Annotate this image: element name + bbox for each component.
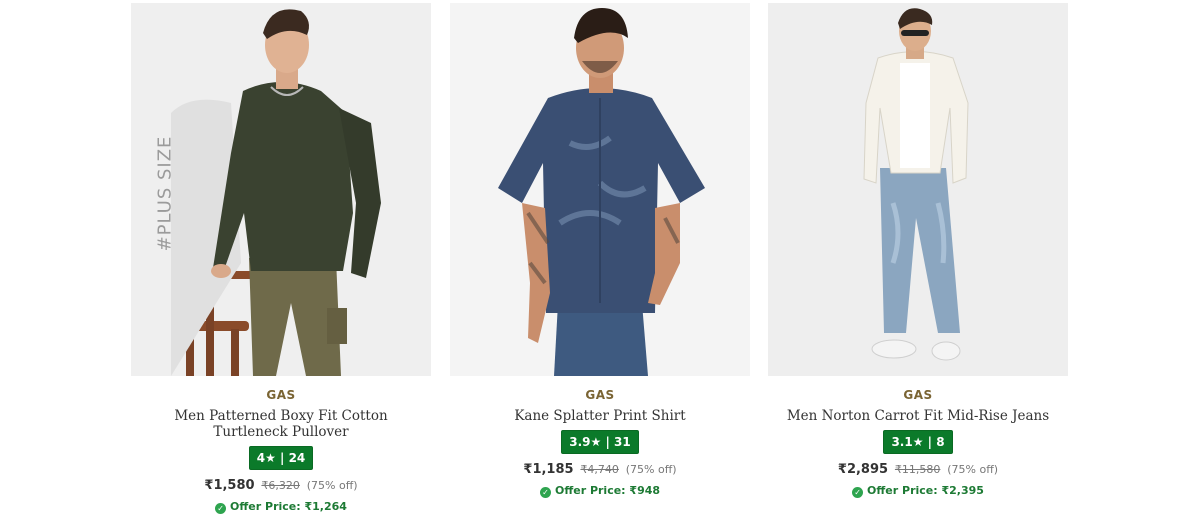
selling-price: ₹2,895 bbox=[837, 462, 889, 477]
product-image[interactable] bbox=[450, 3, 750, 376]
product-title[interactable]: Men Norton Carrot Fit Mid-Rise Jeans bbox=[783, 408, 1053, 424]
price-row: ₹1,580 ₹6,320 (75% off) bbox=[131, 478, 431, 493]
mrp-price: ₹11,580 bbox=[894, 463, 941, 476]
product-card[interactable]: GAS Kane Splatter Print Shirt 3.9★ | 31 … bbox=[450, 3, 750, 498]
rating-badge: 3.9★ | 31 bbox=[561, 430, 639, 454]
offer-tag-icon: ✓ bbox=[539, 487, 551, 498]
plus-size-badge: #PLUS SIZE bbox=[154, 135, 176, 252]
product-image[interactable] bbox=[768, 3, 1068, 376]
selling-price: ₹1,580 bbox=[204, 478, 255, 493]
offer-price-row: ✓ Offer Price: ₹1,264 bbox=[131, 500, 431, 514]
brand-name: GAS bbox=[903, 388, 933, 402]
product-grid: #PLUS SIZE GAS Men Patterned Boxy Fit Co… bbox=[0, 0, 1200, 525]
product-image[interactable]: #PLUS SIZE bbox=[131, 3, 431, 376]
offer-tag-icon: ✓ bbox=[852, 487, 864, 498]
selling-price: ₹1,185 bbox=[523, 462, 574, 477]
rating-badge: 3.1★ | 8 bbox=[883, 430, 953, 454]
product-title[interactable]: Men Patterned Boxy Fit Cotton Turtleneck… bbox=[146, 408, 416, 440]
mrp-price: ₹6,320 bbox=[261, 479, 300, 492]
offer-tag-icon: ✓ bbox=[215, 503, 227, 514]
offer-price: Offer Price: ₹948 bbox=[554, 484, 661, 497]
discount-percent: (75% off) bbox=[306, 479, 358, 492]
mrp-price: ₹4,740 bbox=[580, 463, 619, 476]
product-title[interactable]: Kane Splatter Print Shirt bbox=[465, 408, 735, 424]
discount-percent: (75% off) bbox=[947, 463, 999, 476]
discount-percent: (75% off) bbox=[625, 463, 677, 476]
product-card[interactable]: #PLUS SIZE GAS Men Patterned Boxy Fit Co… bbox=[131, 3, 431, 514]
price-row: ₹1,185 ₹4,740 (75% off) bbox=[450, 462, 750, 477]
rating-badge: 4★ | 24 bbox=[248, 446, 314, 470]
offer-price-row: ✓ Offer Price: ₹948 bbox=[450, 484, 750, 498]
brand-name: GAS bbox=[266, 388, 296, 402]
product-card[interactable]: GAS Men Norton Carrot Fit Mid-Rise Jeans… bbox=[768, 3, 1068, 498]
brand-name: GAS bbox=[585, 388, 615, 402]
offer-price: Offer Price: ₹2,395 bbox=[867, 484, 984, 497]
offer-price-row: ✓ Offer Price: ₹2,395 bbox=[768, 484, 1068, 498]
offer-price: Offer Price: ₹1,264 bbox=[230, 500, 347, 513]
price-row: ₹2,895 ₹11,580 (75% off) bbox=[768, 462, 1068, 477]
